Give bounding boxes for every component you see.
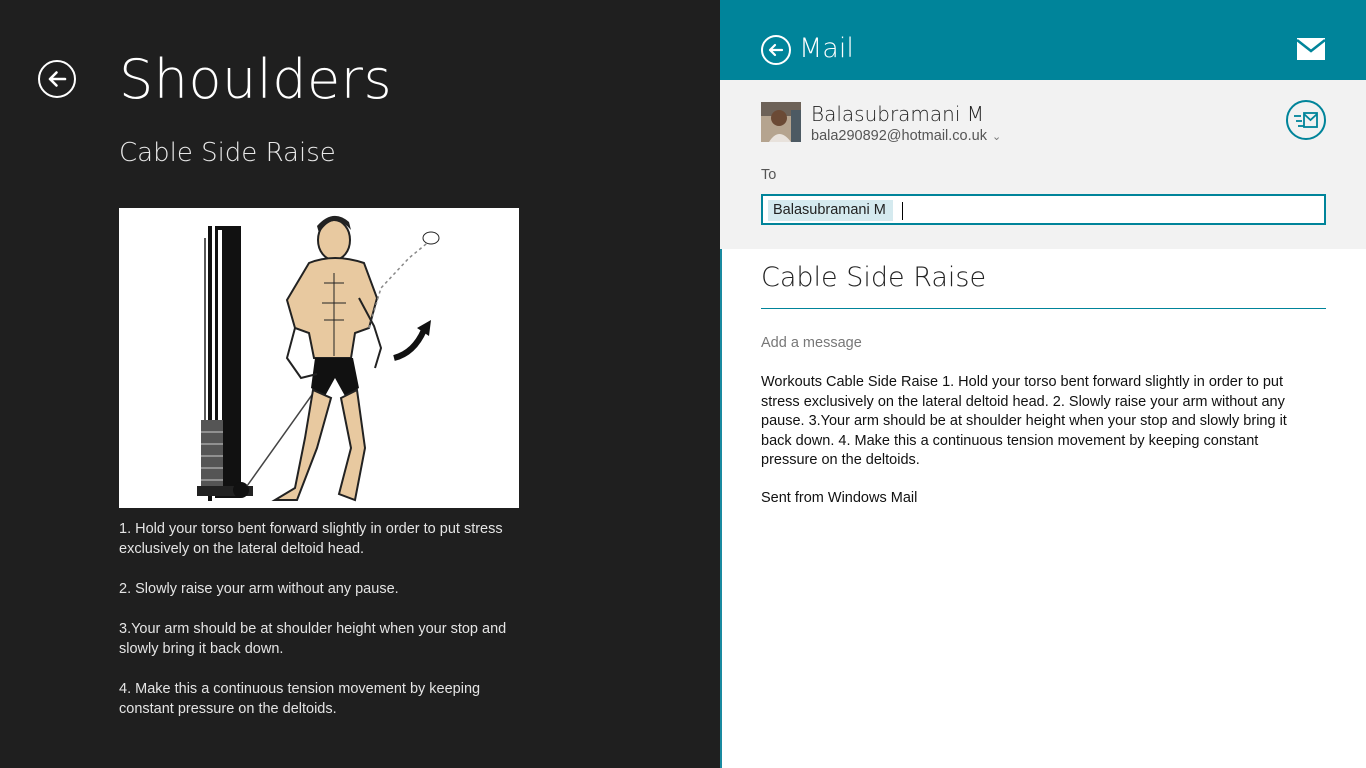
message-body[interactable]: Workouts Cable Side Raise 1. Hold your t…	[761, 373, 1306, 471]
text-caret	[902, 202, 903, 220]
sender-account-selector[interactable]: bala290892@hotmail.co.uk ⌄	[811, 128, 1001, 144]
back-button[interactable]	[38, 60, 76, 98]
avatar	[761, 102, 801, 142]
back-arrow-icon	[768, 43, 784, 57]
mail-pane: Mail Balasubramani M bala290892@hotmail.…	[720, 0, 1366, 768]
exercise-illustration	[119, 208, 519, 508]
to-field[interactable]: Balasubramani M	[761, 194, 1326, 225]
sender-email: bala290892@hotmail.co.uk	[811, 128, 987, 144]
priority-button[interactable]	[1286, 100, 1326, 140]
mail-back-button[interactable]	[761, 35, 791, 65]
priority-icon	[1294, 112, 1318, 128]
to-label: To	[761, 167, 777, 183]
page-title: Shoulders	[119, 48, 393, 111]
signature: Sent from Windows Mail	[761, 490, 918, 506]
step-1: 1. Hold your torso bent forward slightly…	[119, 521, 503, 557]
recipient-chip[interactable]: Balasubramani M	[768, 200, 893, 221]
exercise-steps: 1. Hold your torso bent forward slightly…	[119, 519, 519, 739]
mail-title: Mail	[799, 33, 854, 64]
step-4: 4. Make this a continuous tension moveme…	[119, 681, 481, 717]
back-arrow-icon	[48, 71, 67, 87]
mail-header: Mail	[720, 0, 1366, 80]
subject-field[interactable]: Cable Side Raise	[761, 262, 1326, 309]
send-envelope-icon[interactable]	[1297, 38, 1325, 60]
step-3: 3.Your arm should be at shoulder height …	[119, 621, 507, 657]
exercise-title: Cable Side Raise	[119, 138, 336, 168]
app-left-pane: Shoulders Cable Side Raise 1. Hold your …	[0, 0, 720, 768]
chevron-down-icon: ⌄	[991, 130, 1002, 143]
add-message-field[interactable]: Add a message	[761, 335, 862, 351]
sender-name: Balasubramani M	[811, 102, 985, 126]
from-section: Balasubramani M bala290892@hotmail.co.uk…	[720, 80, 1366, 249]
step-2: 2. Slowly raise your arm without any pau…	[119, 581, 399, 597]
